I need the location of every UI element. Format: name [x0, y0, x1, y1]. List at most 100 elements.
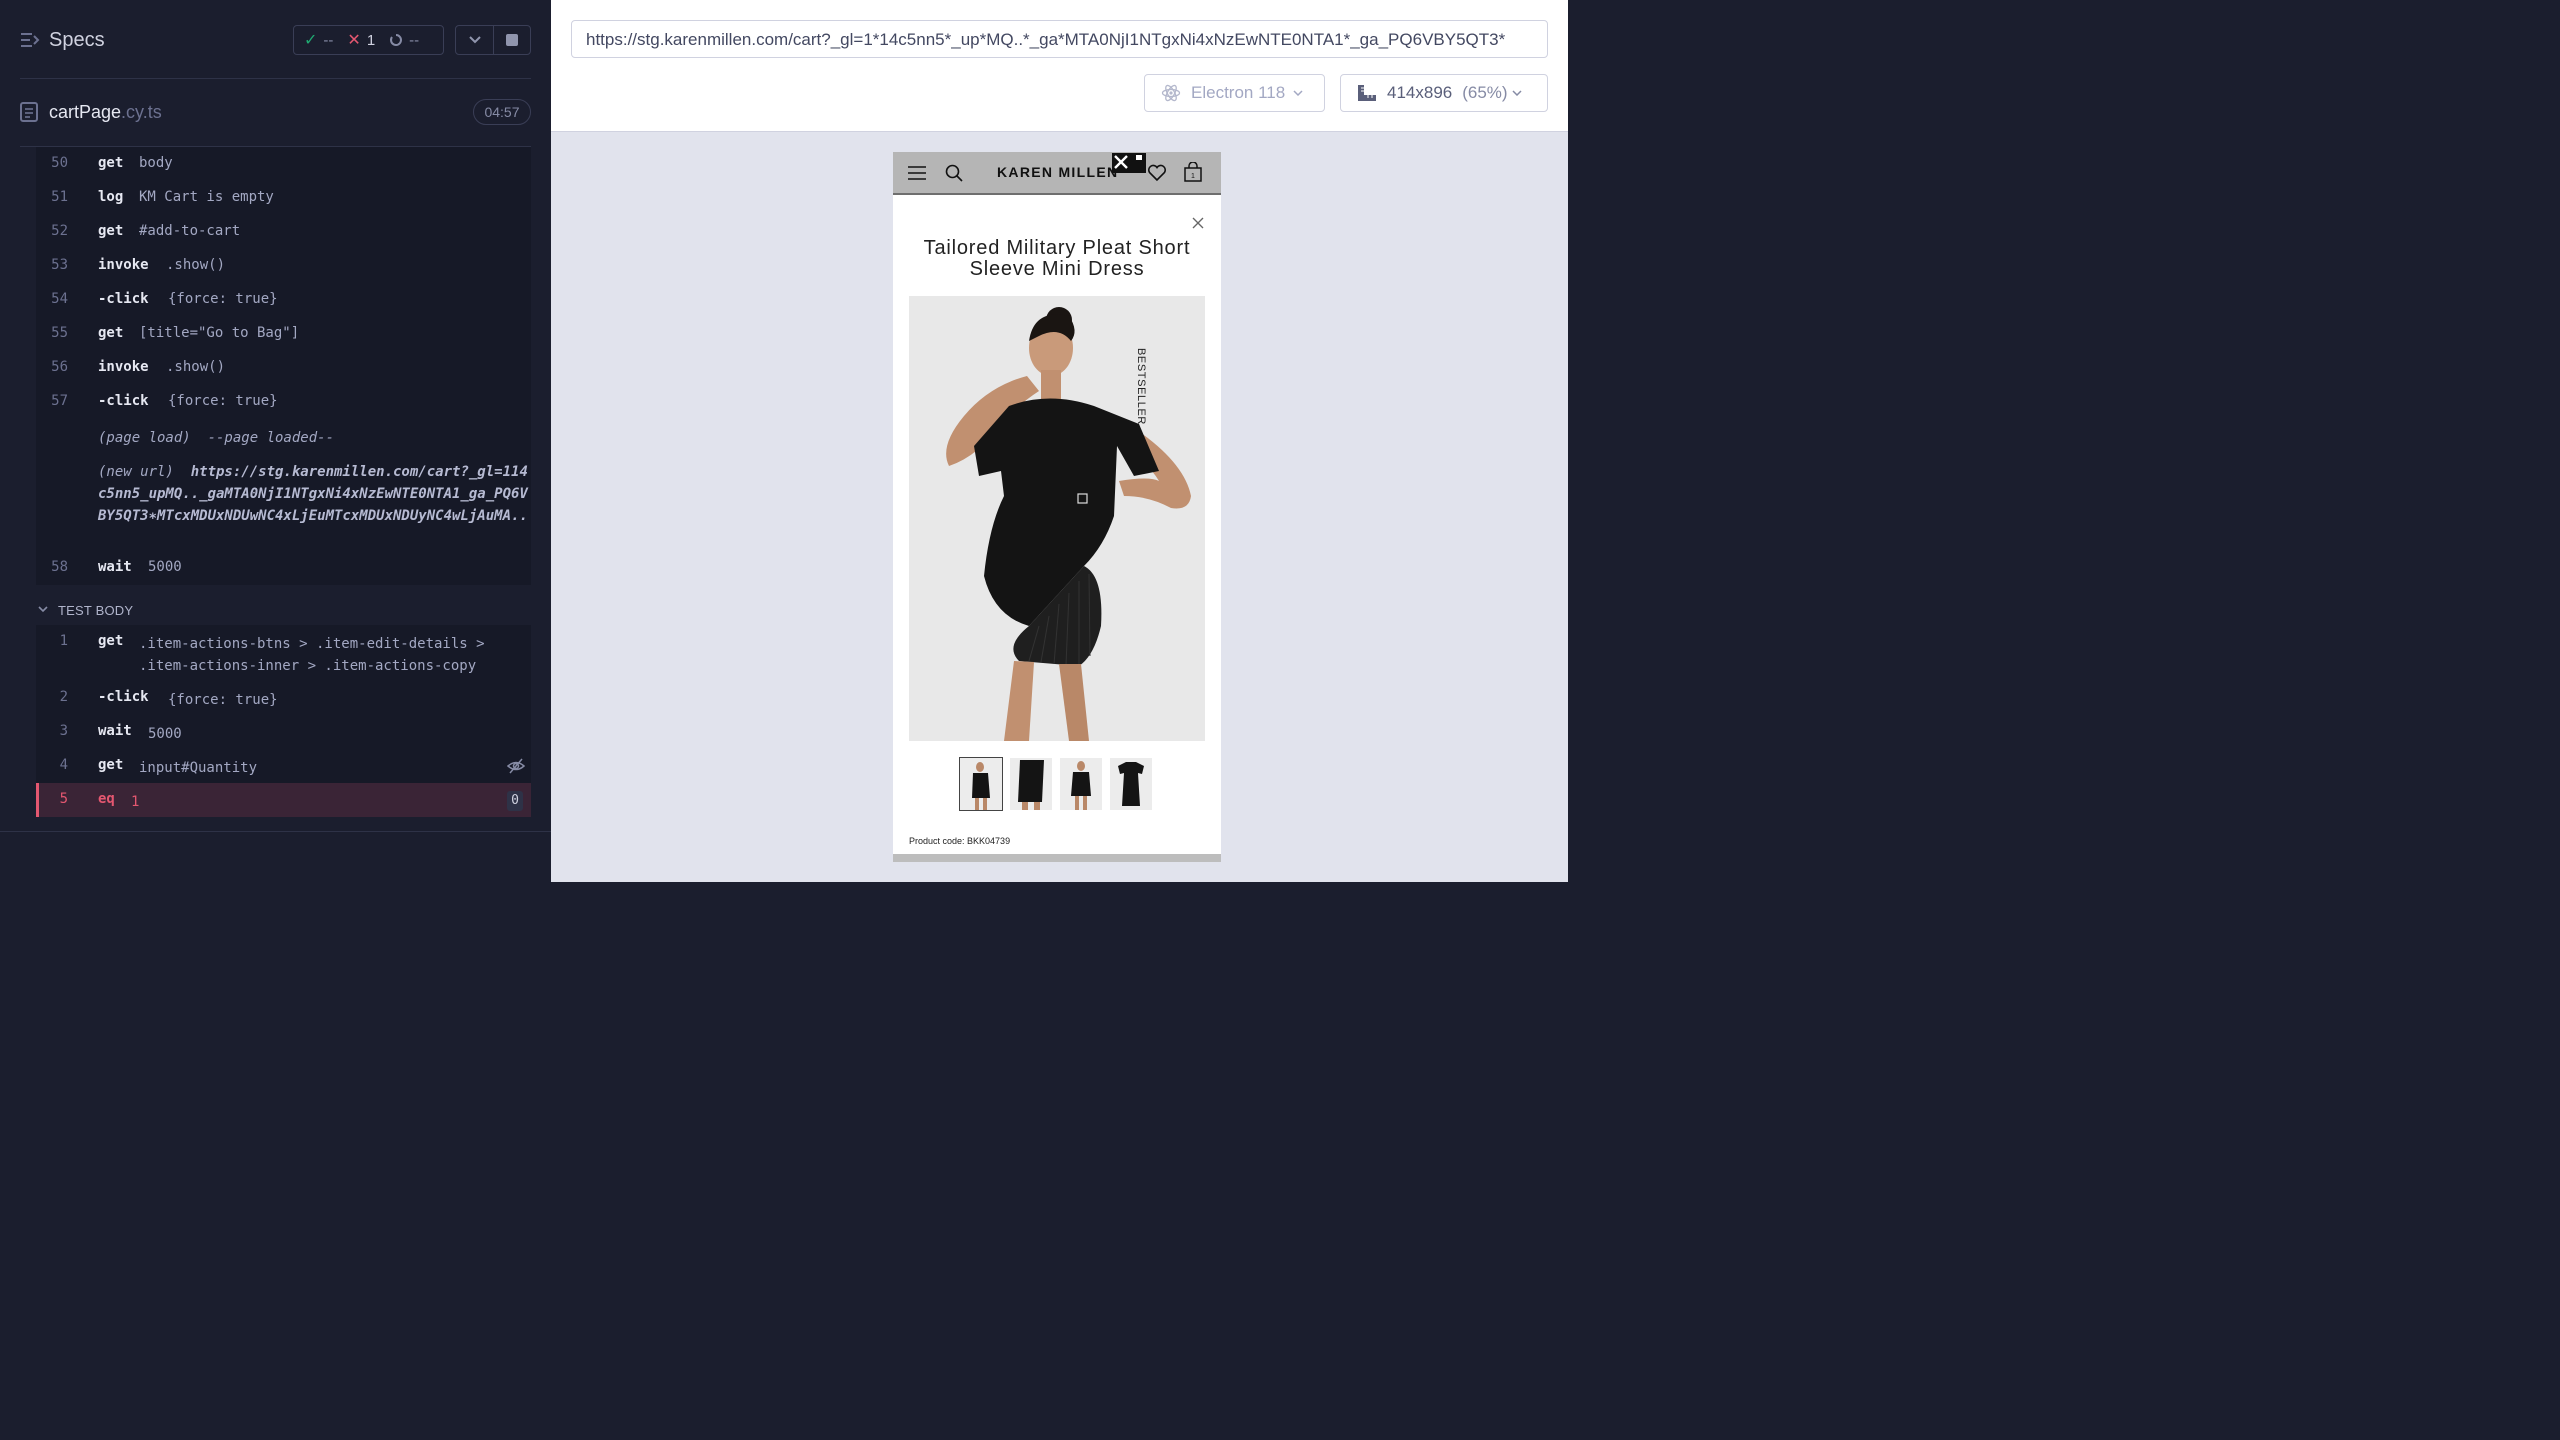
command-message: .item-actions-btns > .item-edit-details … [139, 636, 485, 674]
app-under-test-frame: KAREN MILLEN 1 Tailored Military Pleat S… [893, 152, 1221, 862]
command-row[interactable]: 1 get .item-actions-btns > .item-edit-de… [36, 625, 531, 681]
browser-select[interactable]: Electron 118 [1144, 74, 1325, 112]
viewport-scale: (65%) [1462, 83, 1508, 102]
command-row[interactable]: 3 wait 5000 [36, 715, 531, 749]
command-number: 54 [51, 291, 68, 307]
thumbnail-image [972, 762, 990, 810]
ruler-icon [1358, 85, 1376, 101]
passed-stat: ✓ -- [304, 30, 333, 50]
command-message: 1 [131, 794, 140, 810]
stop-button[interactable] [493, 25, 531, 55]
command-number: 56 [51, 359, 68, 375]
event-label: (new url) [98, 464, 174, 480]
command-message: input#Quantity [139, 760, 258, 776]
spec-file-extension: .cy.ts [121, 102, 162, 122]
thumbnail-image [1018, 760, 1044, 810]
passed-count: -- [323, 31, 334, 49]
divider [0, 831, 551, 832]
chevron-down-icon [1293, 90, 1303, 96]
chevron-down-icon [468, 36, 481, 44]
thumbnail[interactable] [1110, 758, 1152, 810]
command-message: {force: true} [168, 291, 278, 307]
specs-header: Specs ✓ -- ✕ 1 -- [0, 0, 551, 80]
failed-command-row[interactable]: 5 eq 1 0 [36, 783, 531, 817]
bestseller-badge: BESTSELLER [1135, 348, 1147, 425]
heart-icon[interactable] [1147, 164, 1167, 182]
command-name: -click [98, 689, 149, 705]
failed-stat: ✕ 1 [347, 30, 375, 50]
failed-count: 1 [366, 31, 376, 49]
event-message: (page load) --page loaded-- [98, 427, 528, 449]
command-number: 58 [51, 559, 68, 575]
command-name: get [98, 155, 124, 171]
command-row[interactable]: 51 log KM Cart is empty [36, 181, 531, 215]
command-row[interactable]: 52 get #add-to-cart [36, 215, 531, 249]
test-body-label: TEST BODY [58, 603, 134, 618]
specs-list-toggle-icon[interactable] [20, 31, 40, 49]
command-name: get [98, 223, 124, 239]
command-number: 1 [59, 633, 68, 649]
event-message: (new url) https://stg.karenmillen.com/ca… [98, 461, 528, 527]
auto-scroll-toggle-button[interactable] [455, 25, 494, 55]
command-message: {force: true} [168, 393, 278, 409]
product-code: Product code: BKK04739 [909, 836, 1011, 846]
command-message: #add-to-cart [139, 223, 241, 239]
aut-header: https://stg.karenmillen.com/cart?_gl=1*1… [551, 0, 1568, 132]
hamburger-menu-icon[interactable] [908, 165, 926, 181]
bag-count: 1 [1191, 173, 1195, 180]
spec-file-row[interactable]: cartPage.cy.ts 04:57 [0, 94, 551, 130]
thumbnail[interactable] [1010, 758, 1052, 810]
cross-icon: ✕ [347, 32, 361, 49]
selector-playground-icon[interactable] [1112, 153, 1146, 173]
search-icon[interactable] [945, 164, 963, 182]
pending-count: -- [409, 31, 420, 49]
event-label: (page load) [98, 430, 191, 446]
thumbnail-image [1118, 762, 1144, 806]
tools-icon [1114, 155, 1142, 169]
electron-icon [1161, 84, 1181, 102]
command-row[interactable]: 57 -click {force: true} [36, 385, 531, 419]
chevron-down-icon [1512, 90, 1522, 96]
command-row[interactable]: 56 invoke .show() [36, 351, 531, 385]
close-icon[interactable] [1191, 216, 1205, 230]
aut-panel: https://stg.karenmillen.com/cart?_gl=1*1… [551, 0, 1568, 882]
viewport-size: 414x896 [1387, 83, 1453, 102]
product-title: Tailored Military Pleat Short Sleeve Min… [923, 237, 1191, 280]
command-message: 5000 [148, 726, 182, 742]
command-row[interactable]: 54 -click {force: true} [36, 283, 531, 317]
site-header: KAREN MILLEN 1 [893, 152, 1221, 195]
page-load-event[interactable]: (page load) --page loaded-- [36, 419, 531, 453]
command-row[interactable]: 4 get input#Quantity [36, 749, 531, 783]
eye-slash-icon [507, 758, 525, 774]
thumbnail[interactable] [959, 757, 1003, 811]
command-name: get [98, 633, 124, 649]
spec-file-basename: cartPage [49, 102, 122, 122]
new-url-event[interactable]: (new url) https://stg.karenmillen.com/ca… [36, 453, 531, 551]
element-count-badge: 0 [507, 791, 523, 811]
product-image[interactable]: BESTSELLER [909, 296, 1205, 741]
command-row[interactable]: 55 get [title="Go to Bag"] [36, 317, 531, 351]
test-stats: ✓ -- ✕ 1 -- [293, 25, 444, 55]
command-message: .show() [166, 359, 226, 375]
command-message: body [139, 155, 173, 171]
specs-title[interactable]: Specs [49, 29, 105, 52]
command-number: 50 [51, 155, 68, 171]
command-row[interactable]: 53 invoke .show() [36, 249, 531, 283]
viewport-select[interactable]: 414x896 (65%) [1340, 74, 1548, 112]
command-number: 5 [59, 791, 68, 807]
command-row[interactable]: 50 get body [36, 147, 531, 181]
command-row[interactable]: 2 -click {force: true} [36, 681, 531, 715]
test-body-section-header[interactable]: TEST BODY [36, 601, 531, 623]
command-number: 55 [51, 325, 68, 341]
spec-file-name: cartPage.cy.ts [49, 102, 162, 123]
command-message: [title="Go to Bag"] [139, 325, 300, 341]
command-message: 5000 [148, 559, 182, 575]
url-field[interactable]: https://stg.karenmillen.com/cart?_gl=1*1… [571, 20, 1548, 58]
command-number: 57 [51, 393, 68, 409]
command-number: 53 [51, 257, 68, 273]
thumbnail[interactable] [1060, 758, 1102, 810]
command-name: log [98, 189, 124, 205]
command-row[interactable]: 58 wait 5000 [36, 551, 531, 585]
shopping-bag-icon[interactable]: 1 [1184, 162, 1202, 182]
site-logo[interactable]: KAREN MILLEN [997, 164, 1118, 180]
